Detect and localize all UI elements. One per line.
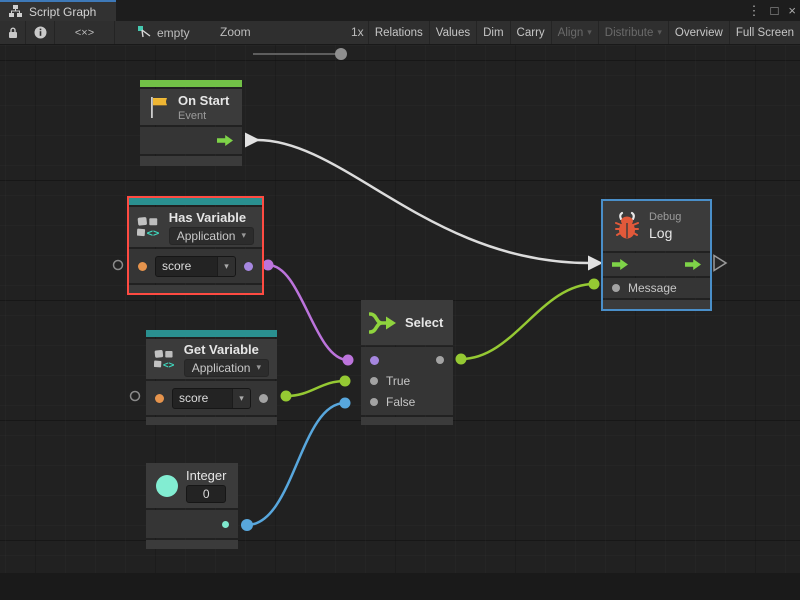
more-menu-icon[interactable]: ⋮ [748,4,761,17]
name-input-port[interactable] [138,262,147,271]
port-label: True [386,374,410,388]
variable-scope-dropdown[interactable]: Application ▾ [184,359,269,377]
node-title: Log [649,225,681,241]
distribute-button[interactable]: Distribute ▾ [598,21,668,44]
lock-icon [7,26,19,39]
chevron-down-icon: ▾ [256,362,261,373]
node-accent-bar [140,80,242,87]
node-footer [146,417,277,425]
integer-literal-icon [156,475,178,497]
condition-input-port[interactable] [370,356,379,365]
fullscreen-button[interactable]: Full Screen [729,21,800,44]
no-selection-glyph: <×> [75,27,94,39]
node-on-start[interactable]: On Start Event [140,80,242,166]
chevron-down-icon: ▾ [657,27,662,38]
canvas-edge-strip [0,573,800,600]
values-button[interactable]: Values [429,21,476,44]
wire-endpoint [340,398,351,409]
flow-input-port[interactable] [612,259,628,270]
node-title: Get Variable [184,342,269,357]
chevron-down-icon: ▾ [217,257,235,276]
node-title: Has Variable [169,210,254,225]
node-debug-log[interactable]: Debug Log Message [603,201,710,309]
node-integer[interactable]: Integer 0 [146,463,238,549]
variables-icon: <> [137,215,161,240]
node-title: Select [405,315,443,330]
port-label: False [386,395,415,409]
node-group-label: Debug [649,211,681,223]
zoom-slider-knob[interactable] [335,48,347,60]
selection-output-port[interactable] [436,356,444,364]
wire-endpoint [456,354,467,365]
zoom-value: 1x [351,25,364,39]
variable-name-dropdown[interactable]: score ▾ [172,388,251,409]
flow-output-port[interactable] [685,259,701,270]
wire-endpoint [343,355,354,366]
graph-icon [8,4,23,19]
info-icon [34,26,47,39]
zoom-slider-track[interactable] [253,53,343,55]
align-button[interactable]: Align ▾ [551,21,598,44]
dim-button[interactable]: Dim [476,21,509,44]
node-title: On Start [178,93,229,108]
true-input-port[interactable] [370,377,378,385]
wire-endpoint [241,519,253,531]
no-selection-button[interactable]: <×> [55,21,115,44]
bug-icon [613,211,641,241]
node-get-variable[interactable]: <> Get Variable Application ▾ score ▾ [146,330,277,425]
name-input-port[interactable] [155,394,164,403]
svg-text:<>: <> [147,227,160,239]
chevron-down-icon: ▾ [587,27,592,38]
carry-button[interactable]: Carry [510,21,551,44]
node-accent-bar [146,330,277,337]
selection-status-text: empty [157,26,190,40]
chevron-down-icon: ▾ [232,389,250,408]
node-footer [146,540,238,549]
selection-status: empty [138,21,190,44]
variable-scope-dropdown[interactable]: Application ▾ [169,227,254,245]
wire-endpoint [589,279,600,290]
overview-button[interactable]: Overview [668,21,729,44]
close-icon[interactable]: × [788,4,796,17]
wire-endpoint [340,376,351,387]
maximize-icon[interactable]: □ [771,4,779,17]
lock-button[interactable] [0,21,26,44]
chevron-down-icon: ▾ [241,230,246,241]
zoom-label: Zoom [220,25,251,39]
node-footer [361,417,453,425]
tab-script-graph[interactable]: Script Graph [0,0,116,21]
integer-value-field[interactable]: 0 [186,485,226,503]
selection-cursor-icon [138,26,152,39]
node-accent-bar [129,198,262,205]
node-footer [129,285,262,293]
svg-text:<>: <> [163,359,175,370]
node-subtitle: Event [178,110,229,122]
node-footer [603,300,710,309]
toolbar-buttons: Relations Values Dim Carry Align ▾ Distr… [368,21,800,44]
info-button[interactable] [26,21,55,44]
wire-endpoint [281,391,292,402]
relations-button[interactable]: Relations [368,21,429,44]
flag-icon [148,95,170,119]
port-label: Message [628,281,677,295]
node-has-variable[interactable]: <> Has Variable Application ▾ score ▾ [129,198,262,293]
false-input-port[interactable] [370,398,378,406]
tab-title: Script Graph [29,5,96,19]
message-input-port[interactable] [612,284,620,292]
flow-output-port[interactable] [217,135,233,146]
value-output-port[interactable] [259,394,268,403]
script-graph-window: Script Graph ⋮ □ × [0,0,800,600]
wire-endpoint [263,260,274,271]
integer-output-port[interactable] [222,521,229,528]
node-select[interactable]: Select True False [361,300,453,425]
node-footer [140,156,242,166]
tab-bar: Script Graph ⋮ □ × [0,0,800,21]
node-title: Integer [186,468,226,483]
select-icon [369,311,397,335]
variable-name-dropdown[interactable]: score ▾ [155,256,236,277]
graph-toolbar: <×> empty Zoom 1x Relations Values Dim C… [0,21,800,45]
variables-icon: <> [154,347,176,372]
result-output-port[interactable] [244,262,253,271]
